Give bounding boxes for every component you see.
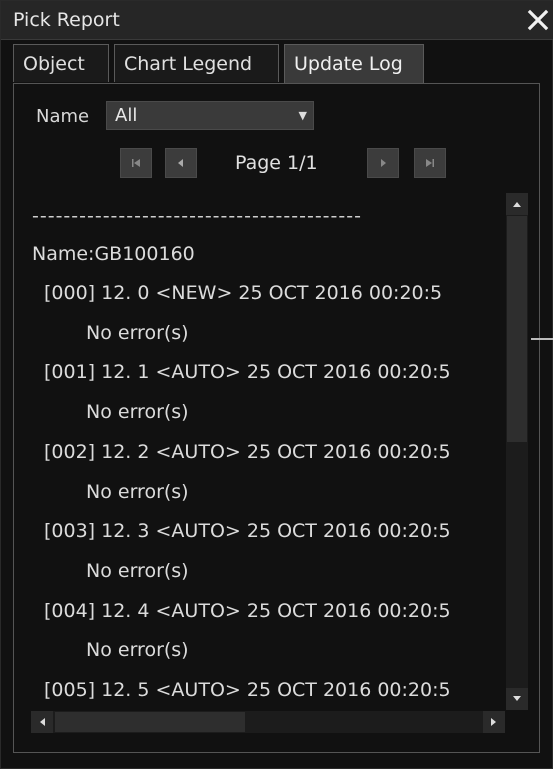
tab-chart-legend[interactable]: Chart Legend	[114, 44, 279, 82]
name-filter-value: All	[115, 105, 138, 126]
scroll-up-icon	[513, 202, 521, 207]
page-indicator: Page 1/1	[235, 152, 318, 174]
scroll-right-button[interactable]	[483, 711, 505, 733]
scroll-left-button[interactable]	[31, 711, 53, 733]
close-icon	[527, 9, 549, 31]
next-page-icon	[381, 159, 386, 167]
pick-report-window: Pick Report Object Chart Legend Update L…	[0, 0, 553, 769]
log-entry: [005] 12. 5 <AUTO> 25 OCT 2016 00:20:5	[44, 679, 451, 701]
log-entry: [002] 12. 2 <AUTO> 25 OCT 2016 00:20:5	[44, 441, 451, 463]
first-page-icon	[132, 159, 140, 167]
scroll-down-button[interactable]	[506, 688, 528, 710]
close-button[interactable]	[524, 5, 552, 35]
last-page-button[interactable]	[414, 148, 446, 178]
window-title: Pick Report	[13, 9, 120, 31]
name-filter-dropdown[interactable]: All ▼	[106, 101, 314, 130]
next-page-button[interactable]	[367, 148, 399, 178]
horizontal-scroll-thumb[interactable]	[55, 712, 245, 732]
log-entry-status: No error(s)	[86, 401, 189, 423]
log-separator: ----------------------------------------…	[32, 205, 362, 227]
log-entry: [000] 12. 0 <NEW> 25 OCT 2016 00:20:5	[44, 282, 443, 304]
tab-update-log[interactable]: Update Log	[284, 44, 424, 85]
previous-page-button[interactable]	[165, 148, 197, 178]
scroll-up-button[interactable]	[506, 193, 528, 215]
vertical-scroll-thumb[interactable]	[507, 216, 527, 442]
title-bar: Pick Report	[1, 1, 553, 40]
log-chart-name: Name:GB100160	[32, 243, 195, 265]
log-entry: [004] 12. 4 <AUTO> 25 OCT 2016 00:20:5	[44, 600, 451, 622]
tab-object[interactable]: Object	[13, 44, 109, 82]
last-page-icon	[426, 159, 434, 167]
name-filter-label: Name	[36, 106, 90, 127]
previous-page-icon	[178, 159, 183, 167]
log-entry-status: No error(s)	[86, 560, 189, 582]
log-entry-status: No error(s)	[86, 322, 189, 344]
horizontal-scrollbar[interactable]	[31, 711, 505, 733]
log-entry: [001] 12. 1 <AUTO> 25 OCT 2016 00:20:5	[44, 361, 451, 383]
scroll-right-icon	[491, 718, 496, 726]
log-entry-status: No error(s)	[86, 481, 189, 503]
scroll-down-icon	[513, 696, 521, 701]
callout-line	[531, 338, 553, 340]
first-page-button[interactable]	[120, 148, 152, 178]
log-entry-status: No error(s)	[86, 639, 189, 661]
scroll-left-icon	[40, 718, 45, 726]
log-text-area[interactable]: ----------------------------------------…	[32, 191, 506, 711]
log-entry: [003] 12. 3 <AUTO> 25 OCT 2016 00:20:5	[44, 520, 451, 542]
update-log-panel: Name All ▼ Page 1/1 --------------------…	[13, 83, 540, 753]
chevron-down-icon: ▼	[298, 109, 307, 122]
vertical-scrollbar[interactable]	[506, 193, 528, 710]
